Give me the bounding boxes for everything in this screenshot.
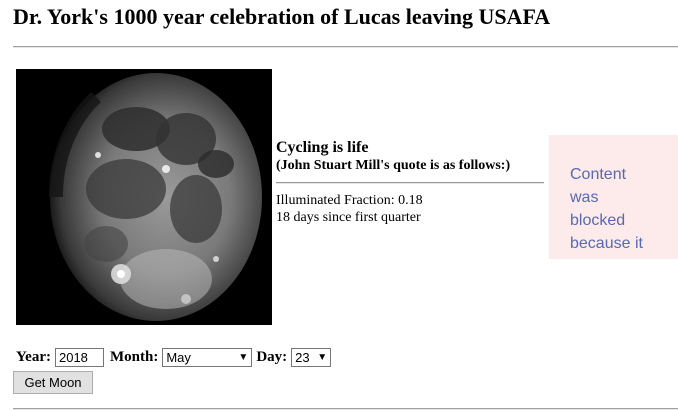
chevron-down-icon: ▼ [238, 351, 249, 363]
day-select-value: 23 [295, 349, 310, 365]
info-divider [276, 182, 544, 184]
bottom-divider [13, 408, 678, 410]
quote-heading: Cycling is life [276, 139, 369, 156]
month-label: Month: [109, 348, 159, 365]
chevron-down-icon: ▼ [317, 351, 328, 363]
blocked-line: was [570, 189, 599, 206]
blocked-line: because it [570, 235, 643, 252]
top-divider [13, 46, 678, 48]
date-form: Year: Month: May ▼ Day: 23 ▼ [16, 346, 335, 368]
day-select[interactable]: 23 ▼ [291, 347, 332, 367]
blocked-line: Content [570, 166, 627, 183]
moon-phase-image [16, 69, 272, 325]
quote-subheading: (John Stuart Mill's quote is as follows:… [276, 158, 511, 173]
illuminated-fraction: Illuminated Fraction: 0.18 [276, 193, 423, 208]
day-label: Day: [256, 348, 288, 365]
moon-info-panel: Cycling is life (John Stuart Mill's quot… [276, 139, 544, 226]
year-label: Year: [16, 348, 51, 365]
year-input[interactable] [54, 347, 104, 367]
get-moon-button[interactable]: Get Moon [13, 371, 93, 394]
blocked-content-frame: Content was blocked because it [549, 135, 678, 259]
month-select[interactable]: May ▼ [162, 347, 253, 367]
blocked-line: blocked [570, 212, 626, 229]
days-since-quarter: 18 days since first quarter [276, 210, 421, 225]
month-select-value: May [166, 349, 191, 365]
page-title: Dr. York's 1000 year celebration of Luca… [13, 4, 551, 29]
